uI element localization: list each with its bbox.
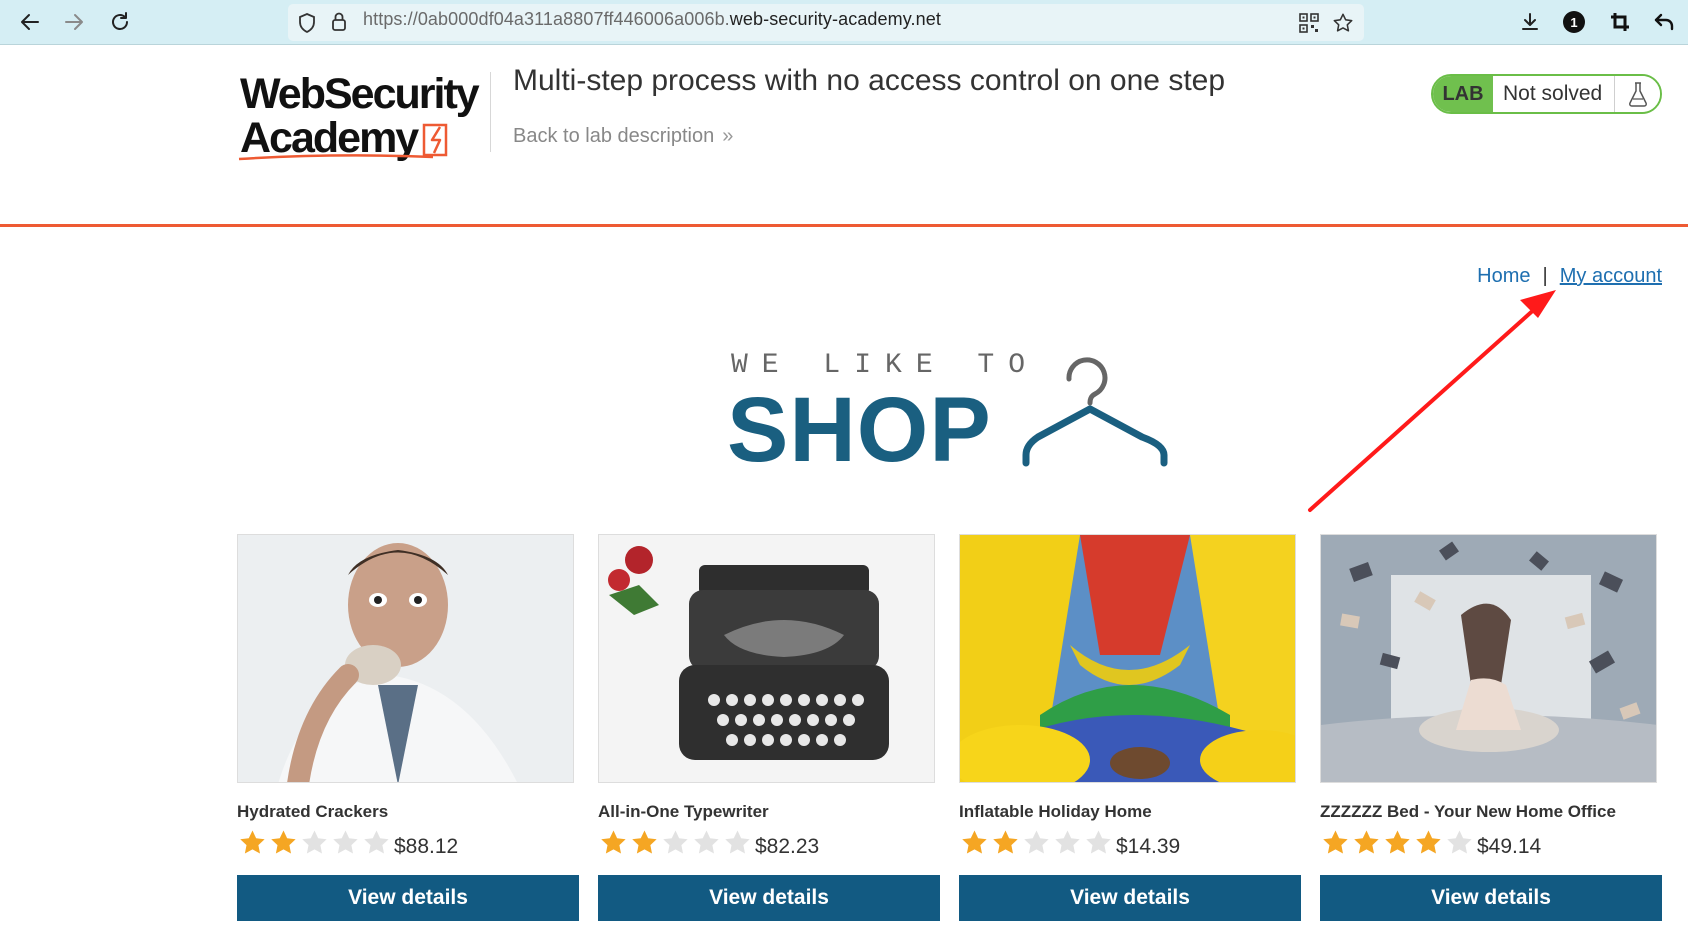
star-filled-icon — [601, 830, 626, 854]
hero-tagline: WE LIKE TO — [731, 350, 1040, 381]
qr-code-icon[interactable] — [1299, 13, 1319, 38]
star-empty-icon — [302, 830, 327, 854]
star-filled-icon — [962, 830, 987, 854]
hero-shop-word: SHOP — [727, 379, 992, 481]
product-card: Inflatable Holiday Home $14.39 View deta… — [959, 534, 1301, 921]
product-price: $82.23 — [755, 835, 820, 858]
star-filled-icon — [1354, 830, 1379, 854]
star-filled-icon — [1416, 830, 1441, 854]
crop-icon[interactable] — [1604, 6, 1636, 38]
lab-status-badge: LAB Not solved — [1431, 74, 1662, 114]
star-empty-icon — [1086, 830, 1111, 854]
product-rating — [959, 828, 1114, 858]
url-prefix: https://0ab000df04a311a8807ff446006a006b… — [363, 9, 730, 29]
star-empty-icon — [725, 830, 750, 854]
star-filled-icon — [240, 830, 265, 854]
nav-separator: | — [1542, 265, 1548, 287]
header-divider — [490, 72, 491, 152]
web-security-academy-logo[interactable]: WebSecurity Academy — [237, 70, 489, 166]
product-price: $88.12 — [394, 835, 459, 858]
lock-icon[interactable] — [330, 11, 348, 38]
product-name: All-in-One Typewriter — [598, 802, 769, 821]
star-filled-icon — [993, 830, 1018, 854]
flask-icon — [1614, 76, 1660, 112]
product-card: ZZZZZZ Bed - Your New Home Office $49.14… — [1320, 534, 1662, 921]
shield-icon[interactable] — [297, 12, 317, 39]
view-details-button[interactable]: View details — [598, 875, 940, 921]
logo-text-line1: WebSecurity — [240, 70, 480, 118]
back-arrow-icon[interactable] — [14, 6, 46, 38]
product-image[interactable] — [598, 534, 935, 783]
bookmark-star-icon[interactable] — [1332, 12, 1354, 39]
star-empty-icon — [364, 830, 389, 854]
product-image[interactable] — [237, 534, 574, 783]
star-filled-icon — [271, 830, 296, 854]
back-to-lab-description-link[interactable]: Back to lab description » — [513, 125, 733, 148]
product-price: $49.14 — [1477, 835, 1542, 858]
product-name: ZZZZZZ Bed - Your New Home Office — [1320, 802, 1616, 821]
lab-title: Multi-step process with no access contro… — [513, 64, 1226, 97]
lab-status-text: Not solved — [1493, 76, 1614, 112]
star-empty-icon — [1024, 830, 1049, 854]
product-rating — [237, 828, 392, 858]
star-empty-icon — [1447, 830, 1472, 854]
view-details-button[interactable]: View details — [237, 875, 579, 921]
product-name: Inflatable Holiday Home — [959, 802, 1152, 821]
star-empty-icon — [694, 830, 719, 854]
browser-toolbar: https://0ab000df04a311a8807ff446006a006b… — [0, 0, 1688, 45]
download-icon[interactable] — [1514, 6, 1546, 38]
lab-badge-label: LAB — [1433, 76, 1493, 112]
forward-arrow-icon[interactable] — [58, 6, 90, 38]
star-empty-icon — [663, 830, 688, 854]
product-image[interactable] — [1320, 534, 1657, 783]
star-filled-icon — [1323, 830, 1348, 854]
url-text[interactable]: https://0ab000df04a311a8807ff446006a006b… — [363, 9, 941, 30]
view-details-button[interactable]: View details — [959, 875, 1301, 921]
url-domain: web-security-academy.net — [729, 9, 941, 29]
product-image[interactable] — [959, 534, 1296, 783]
undo-icon[interactable] — [1648, 6, 1680, 38]
reload-icon[interactable] — [104, 6, 136, 38]
nav-my-account-link[interactable]: My account — [1560, 265, 1662, 287]
product-rating — [1320, 828, 1475, 858]
extension-badge-icon[interactable]: 1 — [1558, 6, 1590, 38]
product-price: $14.39 — [1116, 835, 1181, 858]
double-chevron-right-icon: » — [722, 125, 734, 147]
site-nav: Home | My account — [1477, 265, 1662, 288]
nav-home-link[interactable]: Home — [1477, 265, 1530, 287]
product-card: Hydrated Crackers $88.12 View details — [237, 534, 579, 921]
coat-hanger-icon — [1022, 357, 1168, 467]
logo-underline-icon — [238, 154, 434, 161]
product-card: All-in-One Typewriter $82.23 View detail… — [598, 534, 940, 921]
star-empty-icon — [1055, 830, 1080, 854]
product-name: Hydrated Crackers — [237, 802, 389, 821]
star-filled-icon — [632, 830, 657, 854]
product-rating — [598, 828, 753, 858]
header-orange-rule — [0, 224, 1688, 227]
star-filled-icon — [1385, 830, 1410, 854]
extension-badge-count: 1 — [1563, 11, 1585, 33]
view-details-button[interactable]: View details — [1320, 875, 1662, 921]
back-link-label: Back to lab description — [513, 125, 715, 147]
star-empty-icon — [333, 830, 358, 854]
